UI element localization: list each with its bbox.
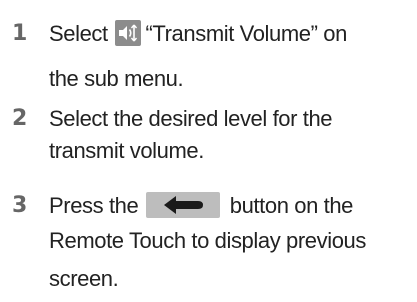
step-number: 3 xyxy=(12,193,28,218)
step-text-segment: button on the xyxy=(224,193,354,218)
step-text-segment: Select xyxy=(49,21,114,46)
step-line: Select “Transmit Volume” on xyxy=(49,18,415,50)
step-line: screen. xyxy=(49,266,119,291)
step-text: Press the button on the Remote Touch to … xyxy=(49,190,415,298)
step-text-segment: “Transmit Volume” on xyxy=(145,21,347,46)
step-line: Remote Touch to display previous xyxy=(49,228,366,253)
step-line: the sub menu. xyxy=(49,66,184,91)
step-text-segment: Press the xyxy=(49,193,145,218)
back-arrow-icon xyxy=(146,192,221,219)
step-line: transmit volume. xyxy=(49,138,204,163)
step-line: Select the desired level for the xyxy=(49,106,333,131)
step-number: 2 xyxy=(12,106,28,131)
transmit-volume-icon xyxy=(115,20,142,47)
step-text: Select “Transmit Volume” on the sub menu… xyxy=(49,18,415,100)
step-text: Select the desired level for the transmi… xyxy=(49,103,415,167)
step-line: Press the button on the xyxy=(49,190,415,222)
step-number: 1 xyxy=(12,21,28,46)
